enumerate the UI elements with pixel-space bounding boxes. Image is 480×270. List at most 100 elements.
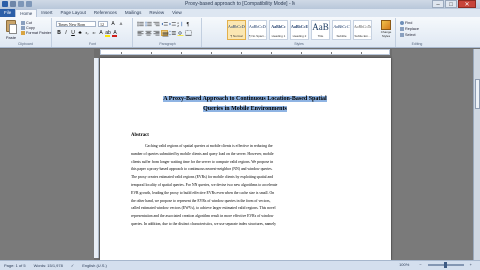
line-spacing-button[interactable] [169,30,176,36]
style-heading-1[interactable]: AaBbCc Heading 1 [269,20,288,40]
styles-gallery: AaBbCcDc ¶ Normal AaBbCcDc ¶ No Spaci...… [227,20,372,40]
vertical-scrollbar[interactable] [473,49,480,260]
paste-button[interactable]: Paste [3,20,19,40]
workspace-right [392,49,480,260]
increase-indent-button[interactable] [169,21,176,27]
abstract-line: the other hand, we propose to represent … [131,198,271,203]
paste-label: Paste [5,35,17,40]
font-color-button[interactable]: A [112,30,118,37]
justify-button[interactable] [161,30,169,37]
select-button[interactable]: Select [400,33,419,37]
sort-button[interactable]: AZ [177,21,184,27]
workspace-left [0,49,94,260]
ruler-tick [361,52,362,54]
text-effects-button[interactable]: A [98,30,104,36]
word-count[interactable]: Words: 15/1,978 [30,263,67,268]
style-sample: AaBbCc [271,24,286,29]
tab-mailings[interactable]: Mailings [121,9,146,17]
tab-file[interactable]: File [0,9,16,17]
font-group: Times New Rom 12 A A B I U a x₂ x² A ab … [53,18,133,47]
tab-review[interactable]: Review [145,9,168,17]
page-count[interactable]: Page: 1 of 5 [0,263,30,268]
zoom-slider[interactable] [427,261,464,268]
scrollbar-thumb[interactable] [475,79,480,109]
clipboard-actions: Cut Copy Format Painter [21,21,51,35]
decrease-indent-button[interactable] [161,21,168,27]
language-indicator[interactable]: English (U.S.) [78,263,111,268]
font-size-select[interactable]: 12 [98,21,108,27]
zoom-in-button[interactable]: + [466,262,476,267]
abstract-body[interactable]: Caching valid regions of spatial queries… [131,143,353,229]
replace-button[interactable]: Replace [400,27,419,31]
horizontal-ruler[interactable] [100,49,390,55]
vertical-ruler[interactable] [94,58,99,258]
format-painter-button[interactable]: Format Painter [21,31,51,35]
save-icon[interactable] [10,1,16,7]
style-subtitle[interactable]: AaBbCcC Subtitle [332,20,351,40]
bullets-button[interactable] [137,21,144,27]
font-family-select[interactable]: Times New Rom [56,21,96,27]
document-page[interactable]: A Proxy-Based Approach to Continuous Loc… [100,58,391,260]
borders-button[interactable] [185,30,192,36]
grow-font-button[interactable]: A [110,21,116,27]
abstract-heading: Abstract [131,133,149,138]
cut-label: Cut [26,21,32,25]
bold-button[interactable]: B [56,30,62,36]
paragraph-group-label: Paragraph [159,42,176,46]
style-sample: AaBbCcC [333,24,350,29]
tab-page-layout[interactable]: Page Layout [57,9,90,17]
align-right-button[interactable] [153,30,160,36]
ruler-tick [271,52,272,54]
tab-insert[interactable]: Insert [37,9,56,17]
italic-button[interactable]: I [63,30,69,36]
abstract-line: The proxy creates estimated valid region… [131,175,274,180]
style-heading-2[interactable]: AaBbCcE Heading 2 [290,20,309,40]
cut-button[interactable]: Cut [21,21,51,25]
highlight-button[interactable]: ab [105,30,111,37]
numbering-button[interactable] [145,21,152,27]
style-sample: AaBbCcDc [249,24,266,29]
tab-view[interactable]: View [168,9,186,17]
copy-button[interactable]: Copy [21,26,51,30]
show-formatting-button[interactable]: ¶ [185,21,192,27]
binoculars-icon [400,21,404,25]
multilevel-list-button[interactable] [153,21,160,27]
change-styles-button[interactable]: Change Styles [377,20,395,42]
tab-references[interactable]: References [90,9,121,17]
superscript-button[interactable]: x² [91,30,97,36]
spelling-status-icon[interactable]: ✓ [67,263,78,268]
underline-button[interactable]: U [70,30,76,36]
style-title[interactable]: AaB Title [311,20,330,40]
word-app-icon[interactable] [2,1,8,7]
abstract-line: representation and the associated creati… [131,214,274,219]
strikethrough-button[interactable]: a [77,30,83,36]
zoom-level[interactable]: 100% [395,262,413,267]
maximize-button[interactable]: □ [445,0,457,8]
styles-group: AaBbCcDc ¶ Normal AaBbCcDc ¶ No Spaci...… [203,18,396,47]
ruler-tick [241,52,242,54]
style-subtle-emphasis[interactable]: AaBbCcDc Subtle Em... [353,20,372,40]
undo-icon[interactable] [18,1,24,7]
subscript-button[interactable]: x₂ [84,30,90,36]
zoom-slider-knob[interactable] [444,261,448,268]
zoom-out-button[interactable]: − [415,262,425,267]
minimize-button[interactable]: – [432,0,444,8]
style-normal[interactable]: AaBbCcDc ¶ Normal [227,20,246,40]
clipboard-icon [6,20,17,34]
align-center-button[interactable] [145,30,152,36]
align-left-button[interactable] [137,30,144,36]
close-button[interactable]: ✕ [458,0,476,8]
style-no-spacing[interactable]: AaBbCcDc ¶ No Spaci... [248,20,267,40]
abstract-line: number of queries submitted by mobile cl… [131,151,274,156]
shrink-font-button[interactable]: A [118,21,124,27]
quick-access-toolbar [2,1,32,7]
change-styles-icon [381,20,391,30]
ruler-tick [211,52,212,54]
redo-icon[interactable] [26,1,32,7]
document-title[interactable]: A Proxy-Based Approach to Continuous Loc… [138,94,352,114]
clipboard-group-label: Clipboard [18,42,33,46]
editing-actions: Find Replace Select [400,21,419,37]
editing-group-label: Editing [411,42,423,46]
shading-button[interactable] [177,30,184,36]
find-button[interactable]: Find [400,21,419,25]
